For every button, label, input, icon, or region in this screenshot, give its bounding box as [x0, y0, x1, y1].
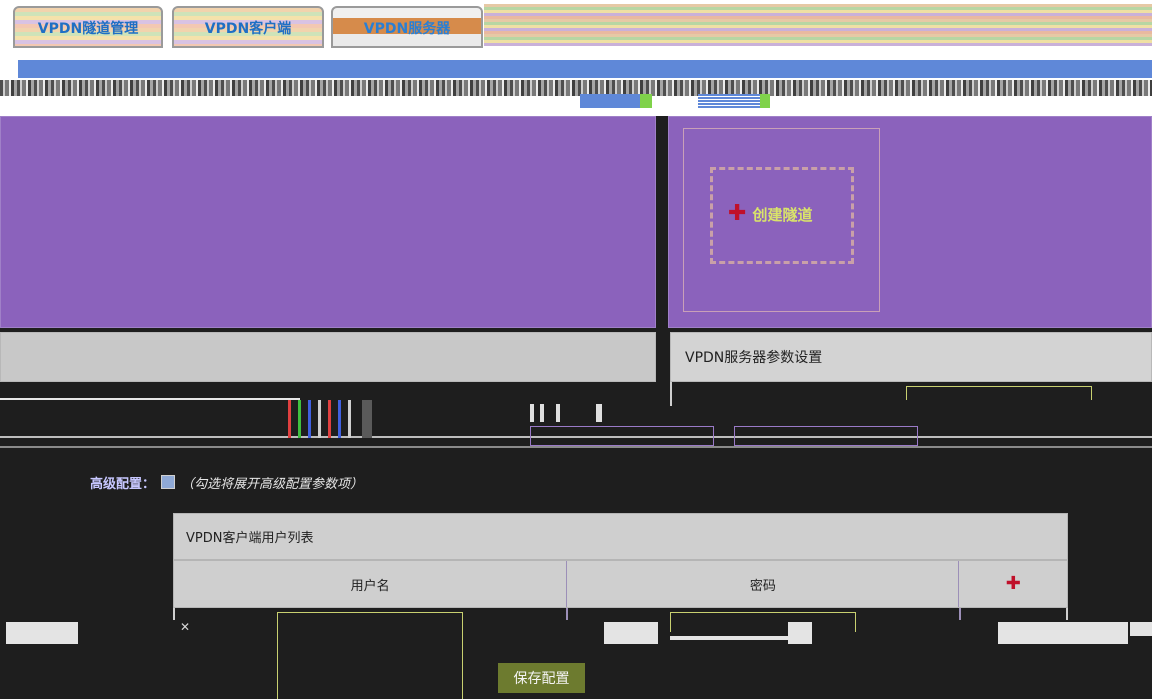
glitch-block [998, 622, 1128, 644]
tab-bar-filler [484, 4, 1152, 46]
glitch-line [0, 398, 300, 400]
glitch-block [6, 622, 78, 644]
glitch-bar [596, 404, 602, 422]
glitch-block [788, 622, 812, 644]
glitch-box [734, 426, 918, 446]
tab-label: VPDN服务器 [363, 21, 451, 37]
tab-vpdn-server[interactable]: VPDN服务器 [331, 6, 483, 48]
advanced-config-row: 高级配置： （勾选将展开高级配置参数项） [90, 472, 363, 492]
row-line [566, 608, 568, 620]
server-settings-title: VPDN服务器参数设置 [685, 350, 823, 366]
glitch-bar [308, 400, 311, 438]
create-tunnel-button[interactable]: ✚ 创建隧道 [728, 200, 812, 228]
glitch-box [530, 426, 714, 446]
username-input[interactable] [277, 612, 463, 699]
save-config-button[interactable]: 保存配置 [498, 663, 585, 693]
header-block [580, 94, 640, 108]
glitch-bar [540, 404, 544, 422]
glitch-line [0, 446, 1152, 448]
tab-label: VPDN隧道管理 [37, 21, 139, 37]
column-header: 用户名 [350, 578, 390, 594]
glitch-box [906, 386, 1092, 400]
header-block [760, 94, 770, 108]
save-config-label: 保存配置 [513, 671, 570, 687]
advanced-config-checkbox[interactable] [161, 475, 176, 489]
glitch-block [1130, 622, 1152, 636]
glitch-bar [298, 400, 301, 438]
header-noise [0, 80, 1152, 96]
header-blue-band [18, 60, 1152, 78]
tab-label: VPDN客户端 [204, 21, 292, 37]
create-tunnel-label: 创建隧道 [752, 205, 813, 224]
glitch-block [604, 622, 658, 644]
glitch-bar [556, 404, 560, 422]
row-line [173, 608, 175, 620]
header-block [640, 94, 652, 108]
column-username: 用户名 [174, 561, 568, 607]
server-settings-header: VPDN服务器参数设置 [670, 332, 1152, 382]
advanced-config-label: 高级配置： [90, 476, 156, 492]
user-table-title: VPDN客户端用户列表 [186, 531, 314, 546]
row-line [959, 608, 961, 620]
row-line [1066, 608, 1068, 620]
plus-icon: ✚ [1005, 573, 1021, 594]
glitch-bar [288, 400, 291, 438]
glitch-bar [348, 400, 351, 438]
glitch-glyph: ✕ [180, 620, 191, 634]
glitch-line [670, 636, 810, 640]
user-table-columns: 用户名 密码 ✚ [173, 560, 1068, 608]
tab-vpdn-tunnel-management[interactable]: VPDN隧道管理 [13, 6, 163, 48]
tab-vpdn-client[interactable]: VPDN客户端 [172, 6, 324, 48]
glitch-line [670, 382, 672, 406]
user-table-header: VPDN客户端用户列表 [173, 513, 1068, 560]
left-footer-bar [0, 332, 656, 382]
plus-icon: ✚ [728, 201, 747, 226]
glitch-bar [328, 400, 331, 438]
glitch-bar [530, 404, 534, 422]
tunnel-list-panel [0, 116, 656, 328]
advanced-config-hint: （勾选将展开高级配置参数项） [181, 476, 364, 492]
glitch-bar [318, 400, 321, 438]
password-input[interactable] [670, 612, 856, 632]
add-user-button[interactable]: ✚ [959, 561, 1067, 607]
glitch-bar [338, 400, 341, 438]
column-header: 密码 [749, 578, 776, 594]
glitch-bar [362, 400, 372, 438]
column-password: 密码 [567, 561, 960, 607]
